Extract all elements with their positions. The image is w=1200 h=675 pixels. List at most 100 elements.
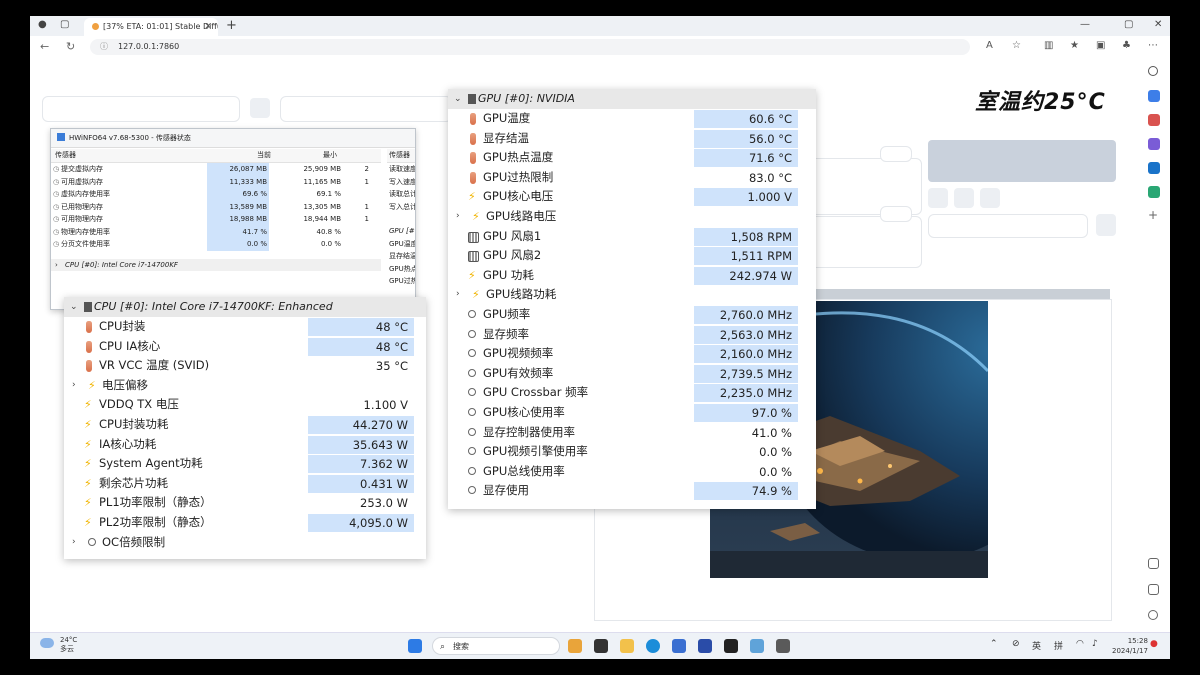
styles-dropdown[interactable]	[928, 214, 1088, 238]
ime-mode[interactable]: 拼	[1054, 639, 1063, 652]
new-tab-icon[interactable]: +	[226, 18, 237, 33]
sensor-row[interactable]: ⚡ GPU 功耗 242.974 W	[448, 266, 816, 286]
browser-tab-active[interactable]: [37% ETA: 01:01] Stable Diffusion ✕	[84, 18, 218, 36]
sensor-row[interactable]: ⚡ 剩余芯片功耗 0.431 W	[64, 474, 426, 494]
sensor-row[interactable]: ⚡ CPU封装功耗 44.270 W	[64, 415, 426, 435]
right-column-row[interactable]: 读取速度	[387, 163, 415, 176]
gpu-short-row[interactable]: GPU热点温	[387, 263, 415, 276]
sensor-row[interactable]: GPU 风扇1 1,508 RPM	[448, 227, 816, 247]
read-aloud-icon[interactable]: A	[986, 40, 993, 51]
sensor-row[interactable]: GPU过热限制 83.0 °C	[448, 168, 816, 188]
photos-icon[interactable]	[750, 639, 764, 653]
sensor-row[interactable]: 显存结温 56.0 °C	[448, 129, 816, 149]
table-row[interactable]: ◷ 虚拟内存使用率 69.6 % 69.1 %	[51, 188, 381, 201]
sensor-row[interactable]: GPU核心使用率 97.0 %	[448, 403, 816, 423]
sensor-row[interactable]: GPU总线使用率 0.0 %	[448, 462, 816, 482]
back-icon[interactable]: ←	[40, 40, 49, 53]
collections-icon[interactable]: ▣	[1096, 40, 1105, 51]
add-sidebar-icon[interactable]: +	[1148, 208, 1158, 222]
favorite-icon[interactable]: ☆	[1012, 40, 1021, 51]
sensor-row[interactable]: GPU频率 2,760.0 MHz	[448, 305, 816, 325]
favorites-icon[interactable]: ★	[1070, 40, 1079, 51]
sensor-row[interactable]: GPU有效频率 2,739.5 MHz	[448, 364, 816, 384]
sensor-group-row[interactable]: › ⚡ GPU线路功耗	[448, 285, 816, 305]
close-window-icon[interactable]: ✕	[1154, 19, 1162, 30]
tool-button-1[interactable]	[928, 188, 948, 208]
expand-chevron-icon[interactable]: ›	[456, 285, 460, 305]
sensor-group-row[interactable]: › OC倍频限制	[64, 533, 426, 553]
widgets-icon[interactable]	[568, 639, 582, 653]
sensor-row[interactable]: ⚡ GPU核心电压 1.000 V	[448, 187, 816, 207]
cpu-sensor-panel[interactable]: ⌄ CPU [#0]: Intel Core i7-14700KF: Enhan…	[64, 297, 426, 559]
expand-chevron-icon[interactable]: ›	[72, 376, 76, 396]
table-row[interactable]: ◷ 已用物理内存 13,589 MB 13,305 MB 1	[51, 200, 381, 213]
refresh-model-button[interactable]	[250, 98, 270, 118]
volume-icon[interactable]: ♪	[1092, 639, 1098, 649]
sensor-row[interactable]: ⚡ IA核心功耗 35.643 W	[64, 435, 426, 455]
task-view-icon[interactable]	[594, 639, 608, 653]
tools-icon[interactable]	[1148, 114, 1160, 126]
edge-icon[interactable]	[646, 639, 660, 653]
tool-button-3[interactable]	[980, 188, 1000, 208]
gpu-short-row[interactable]: GPU过热限	[387, 275, 415, 288]
terminal-icon[interactable]	[724, 639, 738, 653]
notification-icon[interactable]: ●	[1150, 639, 1158, 649]
sensor-row[interactable]: ⚡ System Agent功耗 7.362 W	[64, 454, 426, 474]
tray-chevron-icon[interactable]: ⌃	[990, 639, 998, 649]
sensor-row[interactable]: 显存控制器使用率 41.0 %	[448, 423, 816, 443]
maximize-icon[interactable]: ▢	[1124, 19, 1133, 30]
sensor-row[interactable]: ⚡ VDDQ TX 电压 1.100 V	[64, 395, 426, 415]
sensor-row[interactable]: CPU IA核心 48 °C	[64, 337, 426, 357]
checkpoint-dropdown[interactable]	[42, 96, 240, 122]
wifi-icon[interactable]: ◠	[1076, 639, 1084, 649]
gpu-short-row[interactable]: GPU温度	[387, 238, 415, 251]
split-screen-icon[interactable]: ▥	[1044, 40, 1053, 51]
style-apply-button[interactable]	[1096, 214, 1116, 236]
sensor-row[interactable]: CPU封装 48 °C	[64, 317, 426, 337]
right-column-row[interactable]: 写入总计	[387, 201, 415, 214]
ime-language[interactable]: 英	[1032, 639, 1041, 652]
expand-chevron-icon[interactable]: ›	[72, 533, 76, 553]
tab-actions-icon[interactable]: ▢	[60, 19, 69, 30]
sensor-row[interactable]: GPU Crossbar 频率 2,235.0 MHz	[448, 383, 816, 403]
sensor-row[interactable]: 显存使用 74.9 %	[448, 481, 816, 501]
expand-chevron-icon[interactable]: ›	[456, 207, 460, 227]
vae-dropdown[interactable]	[280, 96, 452, 122]
right-column-row[interactable]: 读取总计	[387, 188, 415, 201]
sensor-row[interactable]: 显存频率 2,563.0 MHz	[448, 325, 816, 345]
sensor-row[interactable]: GPU 风扇2 1,511 RPM	[448, 246, 816, 266]
refresh-icon[interactable]: ↻	[66, 40, 75, 53]
weather-widget[interactable]: 24°C 多云	[40, 636, 77, 654]
sensor-group-row[interactable]: › ⚡ GPU线路电压	[448, 207, 816, 227]
generate-button[interactable]	[928, 140, 1116, 182]
hwinfo-taskbar-icon[interactable]	[698, 639, 712, 653]
site-info-icon[interactable]: ⓘ	[100, 39, 108, 55]
table-row[interactable]: ◷ 可用物理内存 18,988 MB 18,944 MB 1	[51, 213, 381, 226]
small-input[interactable]	[880, 146, 912, 162]
table-row[interactable]: ◷ 可用虚拟内存 11,333 MB 11,165 MB 1	[51, 175, 381, 188]
tool-button-2[interactable]	[954, 188, 974, 208]
copilot-icon[interactable]	[1148, 138, 1160, 150]
app-icon[interactable]	[776, 639, 790, 653]
cpu-panel-header[interactable]: ⌄ CPU [#0]: Intel Core i7-14700KF: Enhan…	[64, 297, 426, 317]
designer-icon[interactable]	[1148, 186, 1160, 198]
table-row[interactable]: ◷ 提交虚拟内存 26,087 MB 25,909 MB 2	[51, 163, 381, 176]
cpu-group-row[interactable]: › CPU [#0]: Intel Core i7-14700KF	[51, 258, 381, 271]
sensor-row[interactable]: GPU温度 60.6 °C	[448, 109, 816, 129]
sensor-row[interactable]: GPU热点温度 71.6 °C	[448, 148, 816, 168]
collapse-chevron-icon[interactable]: ⌄	[70, 297, 78, 317]
gpu-panel-header[interactable]: ⌄ GPU [#0]: NVIDIA	[448, 89, 816, 109]
outlook-icon[interactable]	[1148, 162, 1160, 174]
address-bar[interactable]: ⓘ 127.0.0.1:7860	[90, 39, 970, 55]
file-explorer-icon[interactable]	[620, 639, 634, 653]
sensor-group-row[interactable]: › ⚡ 电压偏移	[64, 376, 426, 396]
network-icon[interactable]: ⊘	[1012, 639, 1020, 649]
sidebar-layout-icon[interactable]	[1148, 558, 1159, 569]
shopping-icon[interactable]	[1148, 90, 1160, 102]
taskbar-search[interactable]: ⌕ 搜索	[432, 637, 560, 655]
gpu-short-row[interactable]: 显存结温	[387, 250, 415, 263]
extensions-icon[interactable]: ♣	[1122, 40, 1131, 51]
sensor-row[interactable]: VR VCC 温度 (SVID) 35 °C	[64, 356, 426, 376]
gpu-group-short[interactable]: GPU [#0]: N	[387, 225, 415, 238]
minimize-icon[interactable]: —	[1080, 19, 1090, 30]
